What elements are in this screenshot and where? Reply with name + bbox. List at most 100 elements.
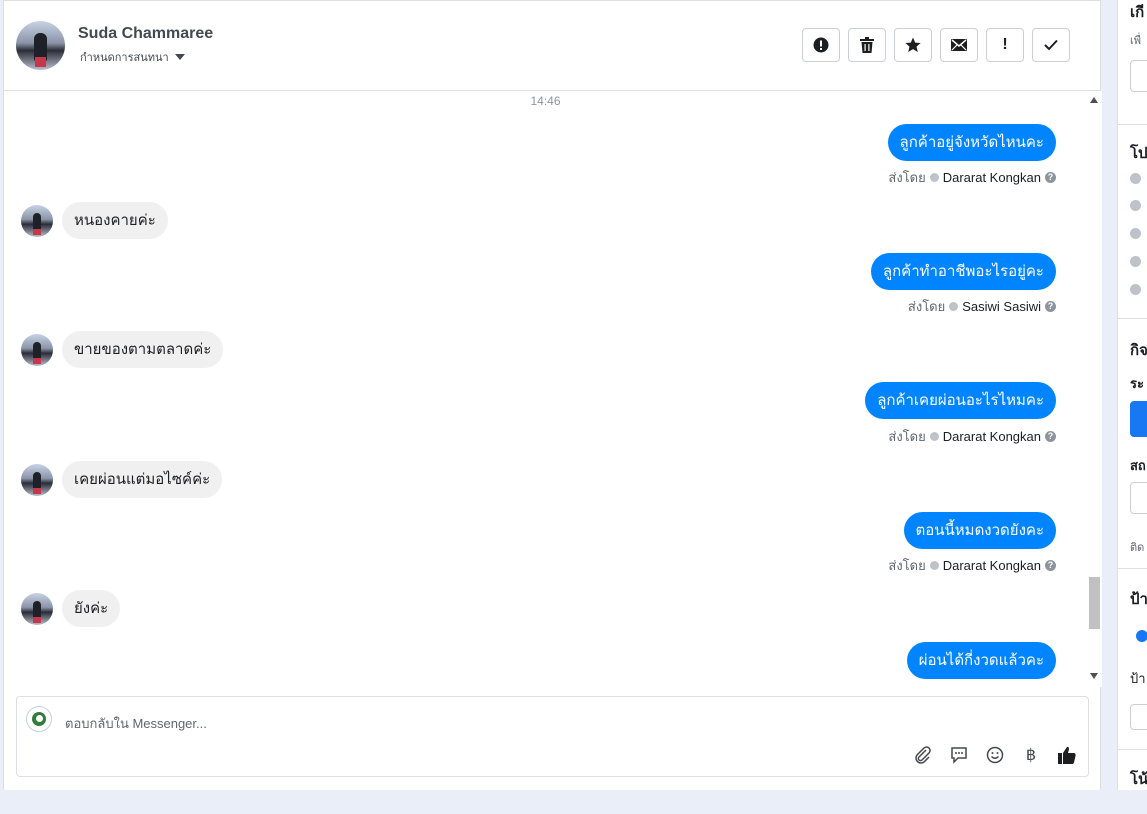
spam-button[interactable] — [802, 28, 840, 62]
sent-by-line: ส่งโดย Dararat Kongkan ? — [888, 426, 1056, 447]
incoming-message-row: เคยผ่อนแต่มอไซค์ค่ะ — [21, 461, 223, 498]
clock-icon — [1130, 173, 1141, 184]
attach-button[interactable] — [912, 744, 934, 766]
saved-replies-button[interactable] — [948, 744, 970, 766]
assign-conversation-label: กำหนดการสนทนา — [80, 52, 169, 64]
baht-icon: ฿ — [1025, 747, 1037, 764]
sidebar-heading: ป้า — [1130, 591, 1147, 608]
customer-info-sidebar: เกี เพื่ โป กิจ ระ สถ ติด ป้า ป้า โน้ — [1117, 0, 1147, 790]
chat-bubble-icon — [951, 747, 967, 764]
sent-check-icon — [929, 432, 939, 441]
reply-composer[interactable]: ตอบกลับใน Messenger... ฿ — [16, 696, 1089, 777]
sent-by-label: ส่งโดย — [907, 299, 946, 314]
sidebar-subtext: ติด — [1130, 542, 1145, 554]
sidebar-input[interactable] — [1130, 704, 1147, 730]
sent-check-icon — [949, 302, 959, 311]
sent-by-line: ส่งโดย Sasiwi Sasiwi ? — [908, 296, 1056, 317]
location-pin-icon — [1130, 256, 1141, 267]
like-button[interactable] — [1056, 744, 1078, 766]
sidebar-heading: สถ — [1130, 458, 1146, 473]
sidebar-divider — [1118, 749, 1147, 750]
star-icon — [905, 37, 921, 52]
message-thread: 14:46 ลูกค้าอยู่จังหวัดไหนคะ ส่งโดย Dara… — [4, 91, 1087, 687]
sidebar-heading: โน้ — [1130, 771, 1147, 788]
payment-button[interactable]: ฿ — [1020, 744, 1042, 766]
location-pin-icon — [1130, 284, 1141, 295]
thumbs-up-icon — [1058, 746, 1076, 764]
incoming-message-row: ขายของตามตลาดค่ะ — [21, 331, 224, 368]
work-icon — [1130, 200, 1141, 211]
outgoing-message[interactable]: ลูกค้าทำอาชีพอะไรอยู่คะ — [870, 253, 1056, 290]
sidebar-divider — [1118, 568, 1147, 569]
incoming-message[interactable]: ยังค่ะ — [62, 590, 121, 627]
thread-scrollbar[interactable] — [1087, 91, 1102, 687]
star-button[interactable] — [894, 28, 932, 62]
emoji-button[interactable] — [984, 744, 1006, 766]
conversation-header: Suda Chammaree กำหนดการสนทนา ! — [4, 0, 1100, 91]
sidebar-primary-button[interactable] — [1130, 401, 1147, 437]
sent-by-label: ส่งโดย — [888, 558, 926, 573]
sidebar-input[interactable] — [1130, 60, 1147, 92]
message-timestamp: 14:46 — [530, 94, 561, 108]
sidebar-heading: ระ — [1130, 376, 1144, 391]
sent-check-icon — [929, 561, 939, 570]
assign-conversation-dropdown[interactable]: กำหนดการสนทนา — [80, 48, 185, 66]
contact-avatar-small[interactable] — [21, 333, 53, 366]
sidebar-heading: กิจ — [1130, 342, 1147, 359]
incoming-message[interactable]: หนองคายค่ะ — [62, 202, 168, 239]
paperclip-icon — [915, 746, 931, 764]
add-label-icon[interactable] — [1136, 630, 1147, 642]
scroll-up-arrow-icon[interactable] — [1090, 97, 1098, 103]
outgoing-message[interactable]: ลูกค้าเคยผ่อนอะไรไหมคะ — [865, 382, 1056, 419]
sent-by-label: ส่งโดย — [888, 170, 926, 185]
mark-done-button[interactable] — [1032, 28, 1070, 62]
help-icon[interactable]: ? — [1045, 560, 1056, 571]
contact-avatar-small[interactable] — [21, 204, 53, 237]
composer-tools: ฿ — [912, 744, 1078, 766]
agent-name: Dararat Kongkan — [942, 429, 1041, 444]
sent-by-line: ส่งโดย Dararat Kongkan ? — [888, 167, 1056, 188]
outgoing-message[interactable]: ตอนนี้หมดงวดยังคะ — [903, 512, 1056, 549]
envelope-icon — [951, 39, 967, 51]
scroll-thumb[interactable] — [1089, 577, 1100, 629]
delete-button[interactable] — [848, 28, 886, 62]
help-icon[interactable]: ? — [1045, 431, 1056, 442]
help-icon[interactable]: ? — [1045, 301, 1056, 312]
scroll-down-arrow-icon[interactable] — [1090, 673, 1098, 679]
caret-down-icon — [174, 54, 185, 60]
conversation-panel: Suda Chammaree กำหนดการสนทนา ! 14:46 ลูก… — [3, 0, 1102, 790]
sent-check-icon — [929, 173, 939, 182]
incoming-message-row: หนองคายค่ะ — [21, 202, 168, 239]
agent-name: Sasiwi Sasiwi — [962, 299, 1041, 314]
incoming-message[interactable]: เคยผ่อนแต่มอไซค์ค่ะ — [62, 461, 223, 498]
agent-name: Dararat Kongkan — [942, 558, 1041, 573]
agent-name: Dararat Kongkan — [942, 170, 1041, 185]
follow-up-button[interactable]: ! — [986, 28, 1024, 62]
sent-by-line: ส่งโดย Dararat Kongkan ? — [888, 555, 1056, 576]
reply-input[interactable]: ตอบกลับใน Messenger... — [65, 713, 207, 734]
education-icon — [1130, 228, 1141, 239]
sent-by-label: ส่งโดย — [888, 429, 926, 444]
contact-name[interactable]: Suda Chammaree — [78, 25, 213, 43]
outgoing-message[interactable]: ผ่อนได้กี่งวดแล้วคะ — [906, 642, 1056, 679]
outgoing-message[interactable]: ลูกค้าอยู่จังหวัดไหนคะ — [887, 124, 1056, 161]
trash-icon — [860, 37, 874, 53]
contact-avatar-small[interactable] — [21, 463, 53, 496]
mark-unread-button[interactable] — [940, 28, 978, 62]
sidebar-heading: โป — [1130, 145, 1147, 162]
page-avatar — [26, 706, 52, 732]
incoming-message[interactable]: ขายของตามตลาดค่ะ — [62, 331, 224, 368]
conversation-toolbar: ! — [802, 28, 1070, 62]
check-icon — [1044, 39, 1058, 51]
sidebar-subtext: ป้า — [1130, 671, 1146, 686]
sidebar-subtext: เพื่ — [1130, 35, 1142, 47]
contact-avatar-small[interactable] — [21, 592, 53, 625]
sidebar-input[interactable] — [1130, 482, 1147, 514]
sidebar-divider — [1118, 124, 1147, 125]
sidebar-divider — [1118, 318, 1147, 319]
incoming-message-row: ยังค่ะ — [21, 590, 121, 627]
smiley-icon — [986, 746, 1004, 764]
help-icon[interactable]: ? — [1045, 172, 1056, 183]
sidebar-heading: เกี — [1130, 4, 1145, 21]
contact-avatar[interactable] — [16, 21, 65, 70]
